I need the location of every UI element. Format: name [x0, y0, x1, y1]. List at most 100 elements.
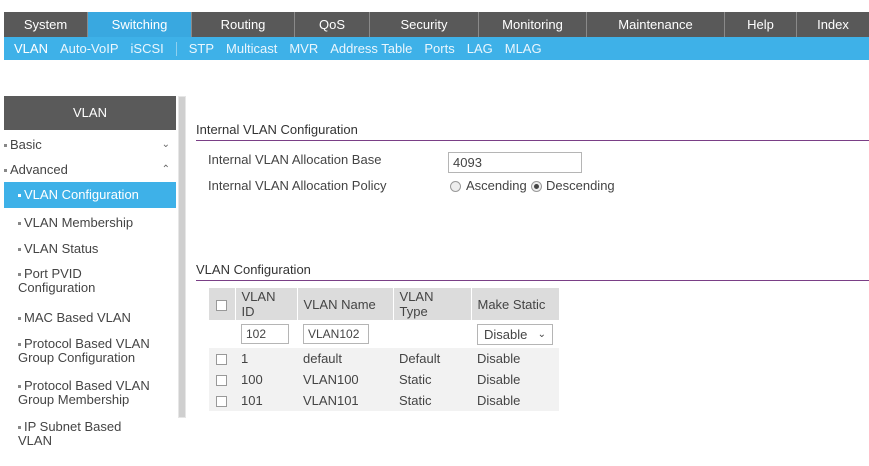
row-checkbox[interactable] — [216, 396, 227, 408]
vlan-type-cell: Static — [393, 390, 471, 411]
ascending-radio[interactable] — [450, 181, 461, 192]
new-vlan-name-input[interactable] — [303, 324, 369, 344]
make-static-cell: Disable — [471, 348, 559, 369]
empty-cell — [393, 320, 471, 348]
allocation-policy-label: Internal VLAN Allocation Policy — [208, 178, 387, 193]
col-make-static: Make Static — [471, 288, 560, 320]
sidebar-item-advanced[interactable]: Advanced ⌃ — [4, 159, 176, 181]
sub-nav: VLAN Auto-VoIP iSCSI STP Multicast MVR A… — [4, 37, 869, 60]
table-row: 1 default Default Disable — [209, 348, 559, 369]
chevron-up-icon: ⌃ — [161, 164, 170, 175]
bullet-icon — [18, 343, 21, 347]
vlan-type-cell: Default — [393, 348, 471, 369]
col-vlan-type: VLAN Type — [393, 288, 472, 320]
vlan-name-cell: VLAN100 — [297, 369, 393, 390]
top-nav: System Switching Routing QoS Security Mo… — [4, 12, 869, 37]
vlan-type-cell: Static — [393, 369, 471, 390]
sidebar-item-mac-based-vlan[interactable]: MAC Based VLAN — [4, 307, 176, 329]
subnav-mlag[interactable]: MLAG — [505, 41, 542, 56]
vlan-table: VLAN ID VLAN Name VLAN Type Make Static … — [209, 288, 560, 411]
chevron-down-icon: ⌄ — [537, 328, 546, 340]
section-divider — [196, 140, 869, 141]
new-make-static-cell: Disable ⌄ — [471, 320, 559, 348]
sidebar-item-label: Protocol Based VLAN Group Membership — [18, 378, 150, 407]
sidebar-item-label: Protocol Based VLAN Group Configuration — [18, 336, 150, 365]
sidebar-item-label: VLAN Configuration — [24, 187, 139, 202]
descending-label: Descending — [546, 178, 615, 193]
subnav-mvr[interactable]: MVR — [289, 41, 318, 56]
tab-security[interactable]: Security — [370, 12, 479, 37]
subnav-vlan[interactable]: VLAN — [14, 41, 48, 56]
bullet-icon — [18, 317, 21, 321]
sidebar-item-protocol-vlan-group-membership[interactable]: Protocol Based VLAN Group Membership — [4, 379, 169, 407]
col-vlan-id: VLAN ID — [235, 288, 298, 320]
allocation-base-label: Internal VLAN Allocation Base — [208, 152, 382, 167]
bullet-icon — [18, 385, 21, 389]
subnav-lag[interactable]: LAG — [467, 41, 493, 56]
bullet-icon — [4, 169, 7, 173]
make-static-select[interactable]: Disable ⌄ — [477, 323, 553, 345]
tab-switching[interactable]: Switching — [88, 12, 192, 37]
row-checkbox[interactable] — [216, 354, 227, 366]
allocation-base-input[interactable] — [448, 152, 582, 173]
vlan-name-cell: VLAN101 — [297, 390, 393, 411]
vlan-id-cell: 100 — [235, 369, 297, 390]
tab-qos[interactable]: QoS — [295, 12, 370, 37]
new-vlan-id-input[interactable] — [241, 324, 289, 344]
tab-maintenance[interactable]: Maintenance — [587, 12, 725, 37]
sidebar-item-vlan-configuration[interactable]: VLAN Configuration — [4, 182, 176, 208]
sidebar-item-label: Advanced — [10, 162, 68, 177]
table-row: 101 VLAN101 Static Disable — [209, 390, 559, 411]
sidebar-scrollbar-thumb[interactable] — [179, 97, 185, 417]
sidebar-item-vlan-status[interactable]: VLAN Status — [4, 238, 176, 260]
tab-system[interactable]: System — [4, 12, 88, 37]
subnav-ports[interactable]: Ports — [424, 41, 454, 56]
row-select-cell — [209, 369, 235, 390]
select-all-cell — [209, 288, 236, 320]
bullet-icon — [18, 273, 21, 277]
table-row: 100 VLAN100 Static Disable — [209, 369, 559, 390]
tab-help[interactable]: Help — [725, 12, 797, 37]
sidebar-item-vlan-membership[interactable]: VLAN Membership — [4, 212, 176, 234]
bullet-icon — [4, 144, 7, 148]
subnav-iscsi[interactable]: iSCSI — [131, 41, 164, 56]
row-checkbox[interactable] — [216, 375, 227, 387]
bullet-icon — [18, 248, 21, 252]
sidebar-item-ip-subnet-based-vlan[interactable]: IP Subnet Based VLAN — [4, 420, 144, 448]
sidebar-item-label: VLAN Status — [24, 241, 99, 256]
sidebar-item-protocol-vlan-group-config[interactable]: Protocol Based VLAN Group Configuration — [4, 337, 169, 365]
select-all-checkbox[interactable] — [216, 299, 227, 311]
tab-monitoring[interactable]: Monitoring — [479, 12, 587, 37]
sidebar-item-label: Port PVID Configuration — [18, 266, 96, 295]
new-vlan-id-cell — [235, 320, 297, 348]
row-select-cell — [209, 390, 235, 411]
empty-cell — [209, 320, 235, 348]
table-header-row: VLAN ID VLAN Name VLAN Type Make Static — [209, 288, 560, 320]
sidebar-item-label: IP Subnet Based VLAN — [18, 419, 122, 448]
make-static-value: Disable — [484, 326, 528, 342]
sidebar-item-port-pvid-configuration[interactable]: Port PVID Configuration — [4, 267, 149, 295]
new-vlan-name-cell — [297, 320, 393, 348]
tab-index[interactable]: Index — [797, 12, 869, 37]
sidebar-item-label: Basic — [10, 137, 42, 152]
subnav-address-table[interactable]: Address Table — [330, 41, 412, 56]
subnav-multicast[interactable]: Multicast — [226, 41, 277, 56]
internal-vlan-section-title: Internal VLAN Configuration — [196, 122, 358, 137]
vlan-id-cell: 1 — [235, 348, 297, 369]
section-divider — [196, 280, 869, 281]
sidebar-item-basic[interactable]: Basic ⌄ — [4, 134, 176, 156]
chevron-down-icon: ⌄ — [161, 139, 170, 150]
sidebar: VLAN Basic ⌄ Advanced ⌃ VLAN Configurati… — [4, 96, 176, 466]
subnav-stp[interactable]: STP — [189, 41, 214, 56]
vlan-config-section-title: VLAN Configuration — [196, 262, 311, 277]
row-select-cell — [209, 348, 235, 369]
bullet-icon — [18, 426, 21, 430]
subnav-auto-voip[interactable]: Auto-VoIP — [60, 41, 119, 56]
tab-routing[interactable]: Routing — [192, 12, 295, 37]
new-vlan-row: Disable ⌄ — [209, 320, 559, 348]
make-static-cell: Disable — [471, 369, 559, 390]
sidebar-header: VLAN — [4, 96, 176, 130]
sidebar-item-label: MAC Based VLAN — [24, 310, 131, 325]
vlan-id-cell: 101 — [235, 390, 297, 411]
descending-radio[interactable] — [531, 181, 542, 192]
